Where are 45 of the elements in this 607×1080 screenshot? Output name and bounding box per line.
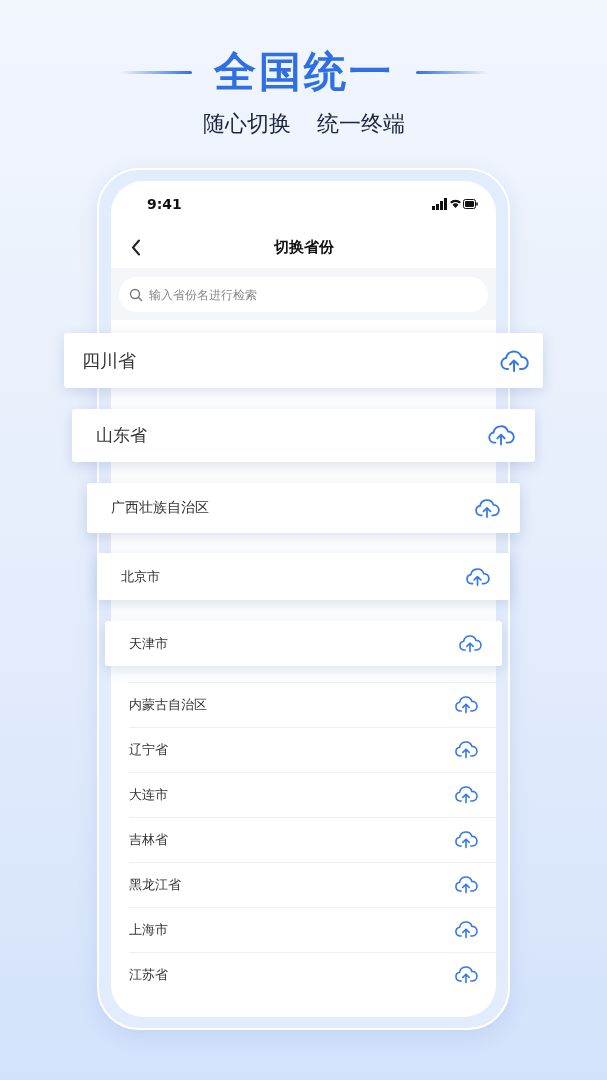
province-name: 黑龙江省	[129, 876, 181, 894]
cloud-upload-icon[interactable]	[458, 633, 482, 654]
province-card[interactable]: 北京市	[97, 553, 510, 600]
province-card[interactable]: 广西壮族自治区	[87, 483, 520, 533]
cloud-upload-icon[interactable]	[454, 875, 478, 895]
back-icon[interactable]	[131, 239, 141, 256]
cloud-upload-icon[interactable]	[474, 497, 500, 519]
province-name: 辽宁省	[129, 741, 168, 759]
cloud-upload-icon[interactable]	[454, 785, 478, 805]
province-name: 山东省	[96, 424, 147, 447]
province-card[interactable]: 天津市	[105, 621, 502, 666]
subtitle: 随心切换	[202, 110, 291, 138]
cloud-upload-icon[interactable]	[454, 830, 478, 850]
cloud-upload-icon[interactable]	[454, 695, 478, 715]
province-row[interactable]: 江苏省	[129, 952, 496, 997]
search-field[interactable]: 输入省份名进行检索	[119, 277, 488, 312]
search-icon	[129, 288, 143, 302]
province-name: 四川省	[82, 348, 136, 373]
province-name: 江苏省	[129, 966, 168, 984]
province-name: 吉林省	[129, 831, 168, 849]
headline: 全国统一	[213, 46, 394, 98]
province-name: 广西壮族自治区	[111, 499, 209, 517]
province-card[interactable]: 四川省	[64, 333, 543, 388]
province-row[interactable]: 黑龙江省	[129, 862, 496, 907]
province-row[interactable]: 吉林省	[129, 817, 496, 862]
cloud-upload-icon[interactable]	[454, 965, 478, 985]
province-row[interactable]: 大连市	[129, 772, 496, 817]
cloud-upload-icon[interactable]	[454, 740, 478, 760]
province-name: 北京市	[121, 567, 160, 586]
page-title: 切换省份	[273, 238, 334, 257]
province-card[interactable]: 山东省	[72, 409, 535, 462]
province-row[interactable]: 上海市	[129, 907, 496, 952]
province-name: 内蒙古自治区	[129, 696, 207, 714]
province-name: 上海市	[129, 921, 168, 939]
province-row[interactable]: 辽宁省	[129, 727, 496, 772]
cloud-upload-icon[interactable]	[454, 920, 478, 940]
cloud-upload-icon[interactable]	[487, 424, 515, 447]
status-time: 9:41	[147, 196, 182, 212]
cloud-upload-icon[interactable]	[465, 566, 490, 587]
province-name: 大连市	[129, 786, 168, 804]
subtitle: 统一终端	[316, 110, 405, 138]
cloud-upload-icon[interactable]	[499, 348, 529, 373]
province-name: 天津市	[129, 634, 168, 653]
province-row[interactable]: 内蒙古自治区	[129, 682, 496, 727]
status-icons-drawing	[432, 198, 478, 210]
